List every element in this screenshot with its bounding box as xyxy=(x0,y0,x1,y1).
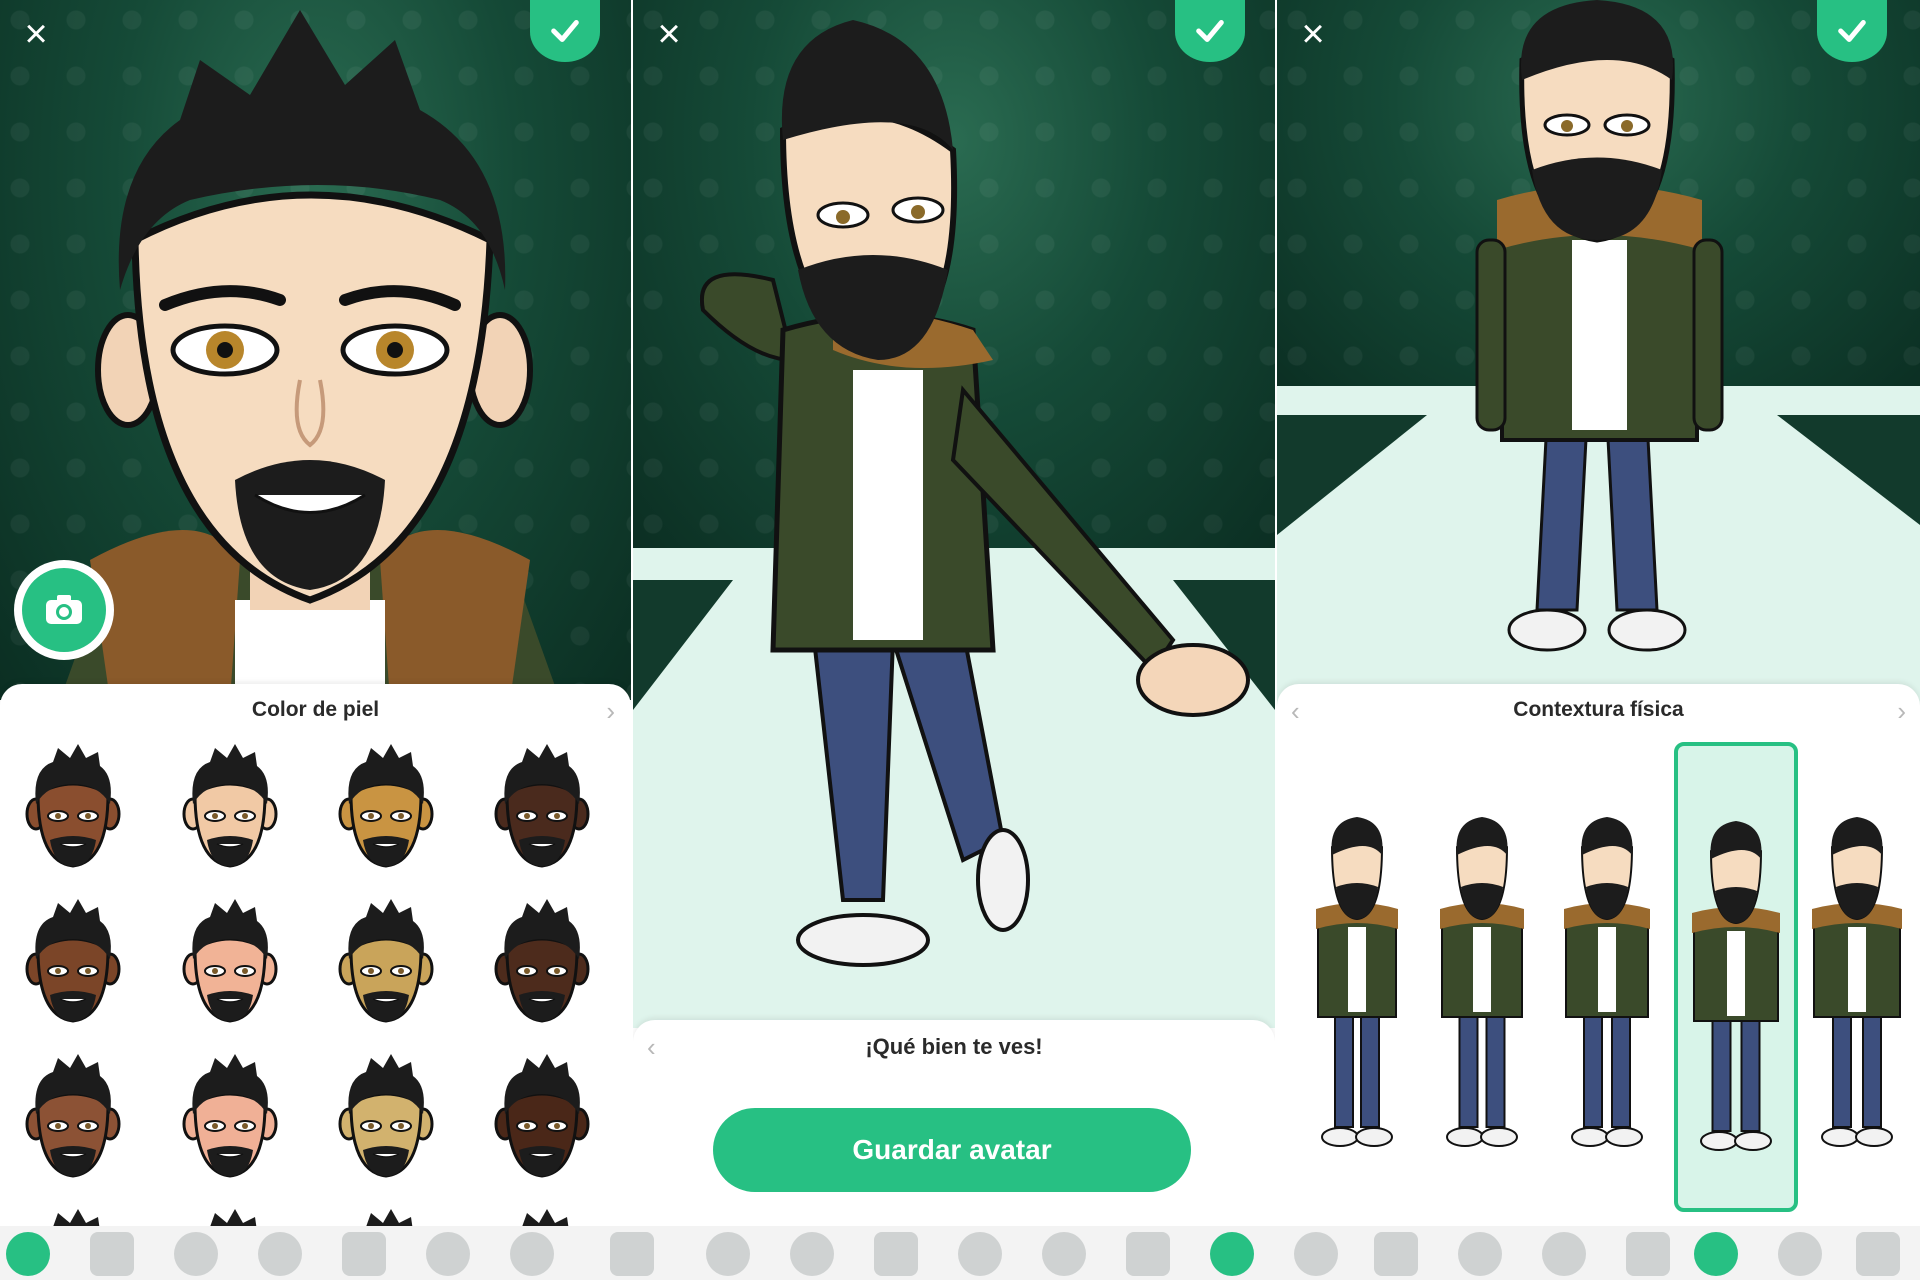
skin-tone-option[interactable] xyxy=(18,899,128,1029)
avatar-face-preview xyxy=(494,744,590,868)
glasses-icon[interactable] xyxy=(510,1232,554,1276)
checkmark-icon xyxy=(1838,20,1866,42)
avatar-full-body-standing xyxy=(1475,0,1724,652)
close-icon: × xyxy=(24,12,48,56)
avatar-face-preview xyxy=(210,1209,257,1226)
avatar-face-preview xyxy=(522,1209,569,1226)
body-type-preview xyxy=(1564,817,1650,1147)
skin-tone-option[interactable] xyxy=(331,1054,441,1184)
body-type-option[interactable] xyxy=(1299,742,1423,1212)
close-button[interactable]: × xyxy=(16,14,56,54)
face-lines-icon[interactable] xyxy=(874,1232,918,1276)
eyebrow-icon[interactable] xyxy=(342,1232,386,1276)
avatar-stage: × xyxy=(0,0,631,700)
confirm-button[interactable] xyxy=(1175,0,1245,62)
close-icon: × xyxy=(1301,12,1325,56)
hat-icon[interactable] xyxy=(1626,1232,1670,1276)
chevron-right-icon[interactable]: › xyxy=(1897,696,1906,727)
avatar-face-preview xyxy=(25,744,121,868)
sheet-message: ¡Qué bien te ves! xyxy=(865,1034,1043,1059)
body-icon[interactable] xyxy=(1042,1232,1086,1276)
save-avatar-screen: × ‹ ¡Qué bien te ves! Guardar avatar xyxy=(633,0,1275,1280)
outfit-icon[interactable] xyxy=(1126,1232,1170,1276)
hat-icon[interactable] xyxy=(958,1232,1002,1276)
skin-tone-option[interactable] xyxy=(18,1209,128,1226)
avatar-face-preview xyxy=(338,744,434,868)
sheet-title: Color de piel xyxy=(251,698,380,721)
confirm-button[interactable] xyxy=(1817,0,1887,62)
outfit-icon[interactable] xyxy=(1778,1232,1822,1276)
face-lines-icon[interactable] xyxy=(1542,1232,1586,1276)
skin-tone-option[interactable] xyxy=(487,1054,597,1184)
avatar-face-preview xyxy=(182,1054,278,1178)
close-button[interactable]: × xyxy=(1293,14,1333,54)
hair-icon[interactable] xyxy=(90,1232,134,1276)
eye-icon[interactable] xyxy=(258,1232,302,1276)
hair-icon[interactable] xyxy=(1294,1232,1338,1276)
skin-tone-option[interactable] xyxy=(18,1054,128,1184)
facial-hair-icon[interactable] xyxy=(174,1232,218,1276)
chevron-right-icon[interactable]: › xyxy=(606,696,615,727)
checkmark-icon xyxy=(1196,20,1224,42)
camera-button[interactable] xyxy=(14,560,114,660)
mouth-icon[interactable] xyxy=(1374,1232,1418,1276)
body-type-preview xyxy=(1316,817,1398,1147)
avatar-face-preview xyxy=(494,899,590,1023)
screenshot-collage: × Color de piel › × ‹ ¡Qué bien te ves! … xyxy=(0,0,1920,1280)
skin-tone-option[interactable] xyxy=(487,1209,597,1226)
body-type-option[interactable] xyxy=(1674,742,1798,1212)
avatar-full-body-pose xyxy=(699,20,1250,967)
skin-color-sheet: Color de piel › xyxy=(0,684,631,1226)
skin-color-screen: × Color de piel › xyxy=(0,0,631,1280)
avatar-face-preview xyxy=(366,1209,413,1226)
checkmark-icon[interactable] xyxy=(1856,1232,1900,1276)
avatar-face-preview xyxy=(338,1054,434,1178)
skin-tone-option[interactable] xyxy=(487,899,597,1029)
skin-tone-option[interactable] xyxy=(175,1054,285,1184)
body-icon[interactable] xyxy=(1694,1232,1738,1276)
avatar-face-preview xyxy=(182,899,278,1023)
save-avatar-button[interactable]: Guardar avatar xyxy=(713,1108,1191,1192)
avatar-face-preview xyxy=(182,744,278,868)
body-type-preview xyxy=(1440,817,1524,1147)
avatar-face-preview xyxy=(53,1209,100,1226)
confirm-button[interactable] xyxy=(530,0,600,62)
close-icon: × xyxy=(657,12,681,56)
body-type-option[interactable] xyxy=(1424,742,1548,1212)
body-type-option[interactable] xyxy=(1549,742,1673,1212)
category-toolbar xyxy=(0,1226,1920,1280)
nose-icon[interactable] xyxy=(426,1232,470,1276)
checkmark-icon xyxy=(551,20,579,42)
skin-tone-option[interactable] xyxy=(331,1209,441,1226)
body-type-preview xyxy=(1692,821,1780,1151)
sheet-title: Contextura física xyxy=(1513,698,1684,721)
skin-tone-option[interactable] xyxy=(18,744,128,874)
avatar-face-preview xyxy=(25,899,121,1023)
skin-icon[interactable] xyxy=(6,1232,50,1276)
mouth-icon[interactable] xyxy=(706,1232,750,1276)
skin-tone-option[interactable] xyxy=(487,744,597,874)
head-shape-icon[interactable] xyxy=(610,1232,654,1276)
body-type-option[interactable] xyxy=(1799,742,1920,1212)
ear-icon[interactable] xyxy=(1458,1232,1502,1276)
skin-tone-option[interactable] xyxy=(175,1209,285,1226)
skin-tone-option[interactable] xyxy=(175,899,285,1029)
skin-tone-option[interactable] xyxy=(331,744,441,874)
body-type-preview xyxy=(1812,817,1902,1147)
skin-tone-option[interactable] xyxy=(331,899,441,1029)
avatar-face-preview xyxy=(25,1054,121,1178)
camera-icon xyxy=(46,595,82,624)
avatar-face-preview xyxy=(494,1054,590,1178)
checkmark-icon[interactable] xyxy=(1210,1232,1254,1276)
ear-icon[interactable] xyxy=(790,1232,834,1276)
skin-tone-option[interactable] xyxy=(175,744,285,874)
close-button[interactable]: × xyxy=(649,14,689,54)
avatar-face-preview xyxy=(338,899,434,1023)
body-type-screen: × ‹ Contextura física › xyxy=(1277,0,1920,1280)
